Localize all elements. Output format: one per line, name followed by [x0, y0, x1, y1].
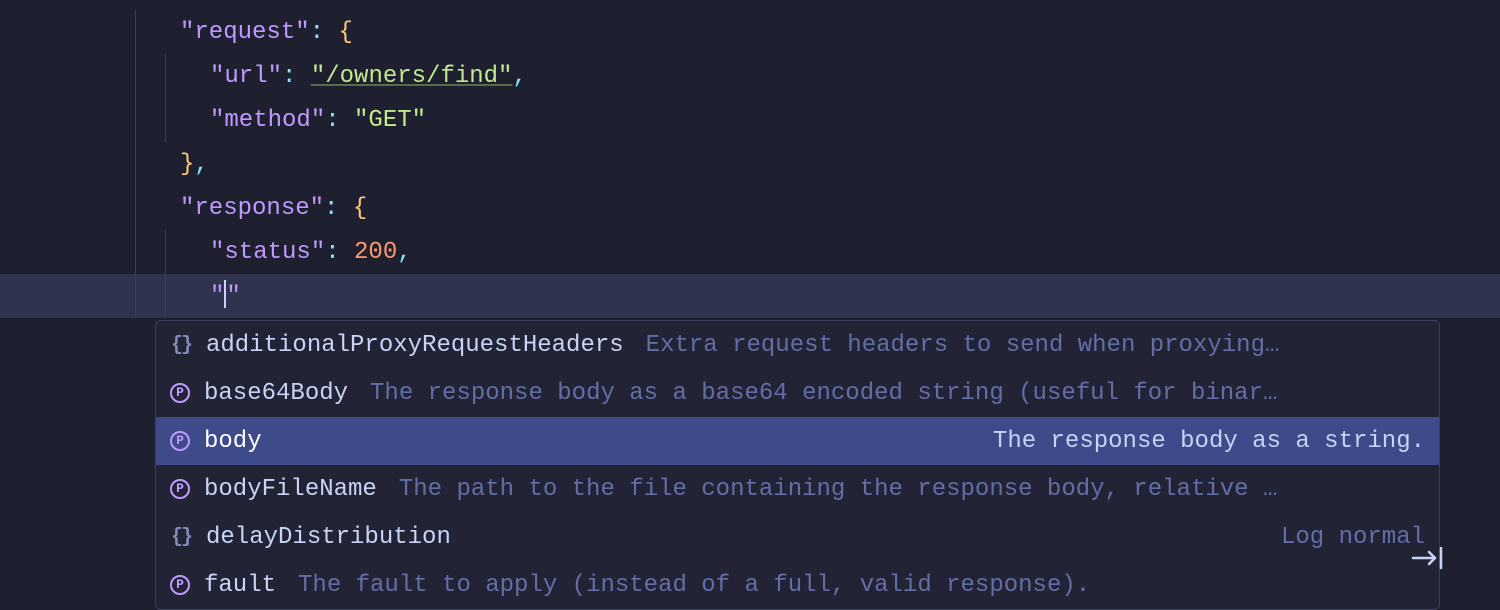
completion-label: bodyFileName: [204, 476, 377, 503]
code-line[interactable]: "response" : {: [0, 186, 1500, 230]
property-icon: P: [170, 383, 190, 403]
code-line[interactable]: } ,: [0, 142, 1500, 186]
json-key: "request": [180, 19, 310, 46]
completion-label: fault: [204, 572, 276, 599]
text-caret: [224, 280, 226, 308]
completion-description: The fault to apply (instead of a full, v…: [298, 572, 1425, 599]
completion-item[interactable]: Pbody The response body as a string.: [156, 417, 1439, 465]
completion-item[interactable]: {} delayDistribution Log normal: [156, 513, 1439, 561]
completion-description: The response body as a string.: [284, 428, 1425, 455]
property-icon: P: [170, 431, 190, 451]
braces-icon: {}: [170, 334, 192, 356]
json-string-url[interactable]: "/owners/find": [311, 63, 513, 90]
braces-icon: {}: [170, 526, 192, 548]
tab-jump-icon: [1411, 544, 1445, 580]
code-line-active[interactable]: "": [0, 274, 1500, 318]
json-key: "method": [210, 107, 325, 134]
json-number: 200: [354, 239, 397, 266]
completion-item[interactable]: Pbase64Body The response body as a base64…: [156, 369, 1439, 417]
completion-description: Log normal: [473, 524, 1425, 551]
completion-description: The path to the file containing the resp…: [399, 476, 1425, 503]
completion-item[interactable]: PbodyFileName The path to the file contai…: [156, 465, 1439, 513]
completion-item[interactable]: {} additionalProxyRequestHeaders Extra req…: [156, 321, 1439, 369]
code-line[interactable]: "method" : "GET": [0, 98, 1500, 142]
json-key: "status": [210, 239, 325, 266]
property-icon: P: [170, 575, 190, 595]
completion-description: Extra request headers to send when proxy…: [646, 332, 1425, 359]
completion-label: additionalProxyRequestHeaders: [206, 332, 624, 359]
completion-label: base64Body: [204, 380, 348, 407]
completion-label: delayDistribution: [206, 524, 451, 551]
completion-item[interactable]: Pfault The fault to apply (instead of a f…: [156, 561, 1439, 609]
json-key: "url": [210, 63, 282, 90]
code-line[interactable]: "status" : 200 ,: [0, 230, 1500, 274]
code-line[interactable]: "url" : "/owners/find" ,: [0, 54, 1500, 98]
autocomplete-popup[interactable]: {} additionalProxyRequestHeaders Extra req…: [155, 320, 1440, 610]
code-line[interactable]: "request" : {: [0, 10, 1500, 54]
completion-description: The response body as a base64 encoded st…: [370, 380, 1425, 407]
json-key: "response": [180, 195, 324, 222]
json-string: "GET": [354, 107, 426, 134]
property-icon: P: [170, 479, 190, 499]
completion-label: body: [204, 428, 262, 455]
